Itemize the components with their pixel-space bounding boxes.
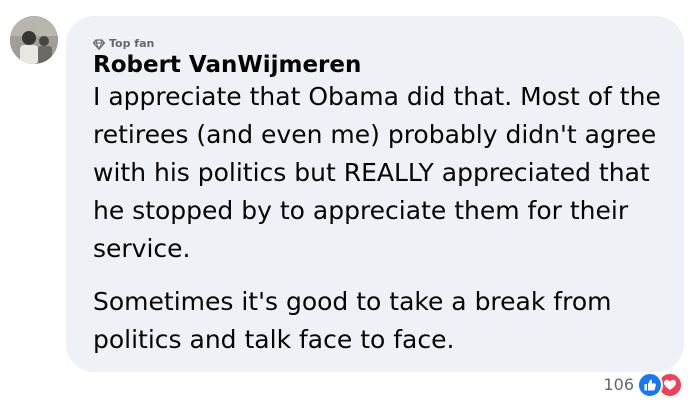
reactions-summary[interactable]: 106 — [603, 372, 683, 398]
comment-paragraph: Sometimes it's good to take a break from… — [93, 287, 612, 354]
comment-paragraph: I appreciate that Obama did that. Most o… — [93, 82, 661, 263]
author-name[interactable]: Robert VanWijmeren — [93, 51, 361, 79]
avatar[interactable] — [10, 16, 58, 64]
reaction-count: 106 — [603, 375, 634, 394]
comment-text: I appreciate that Obama did that. Most o… — [93, 78, 678, 359]
comment-bubble: Top fan Robert VanWijmeren I appreciate … — [66, 16, 684, 372]
badge-label: Top fan — [109, 37, 155, 50]
like-icon — [637, 372, 663, 398]
top-fan-badge: Top fan — [92, 36, 155, 52]
